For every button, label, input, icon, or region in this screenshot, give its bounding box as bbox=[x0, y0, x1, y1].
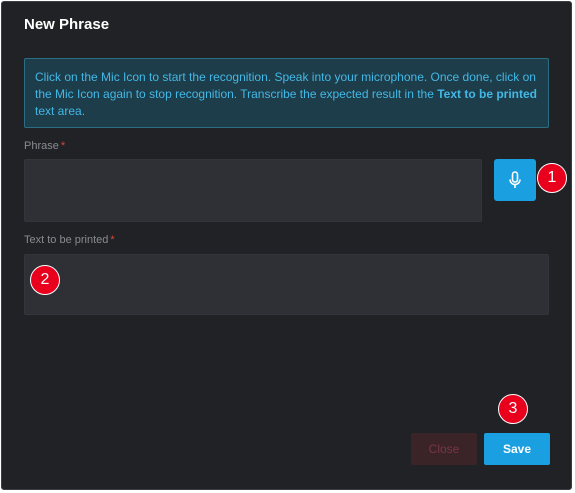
text-to-be-printed-textarea[interactable] bbox=[24, 254, 549, 315]
printed-label: Text to be printed * bbox=[24, 234, 115, 246]
required-marker: * bbox=[60, 140, 66, 152]
required-marker: * bbox=[110, 234, 115, 246]
printed-label-text: Text to be printed bbox=[24, 234, 109, 246]
annotation-badge-3: 3 bbox=[498, 394, 528, 424]
microphone-icon bbox=[509, 171, 521, 188]
save-button[interactable]: Save bbox=[484, 433, 550, 465]
phrase-label-text: Phrase bbox=[24, 140, 59, 152]
annotation-badge-2: 2 bbox=[30, 265, 60, 295]
close-button[interactable]: Close bbox=[411, 433, 477, 465]
phrase-input[interactable] bbox=[24, 159, 482, 222]
dialog-title: New Phrase bbox=[24, 16, 110, 33]
annotation-badge-1: 1 bbox=[537, 163, 567, 193]
info-text-end: text area. bbox=[35, 104, 86, 118]
info-emphasis: Text to be printed bbox=[437, 87, 538, 101]
info-banner: Click on the Mic Icon to start the recog… bbox=[24, 58, 549, 128]
phrase-label: Phrase * bbox=[24, 140, 65, 152]
new-phrase-dialog: New Phrase Click on the Mic Icon to star… bbox=[1, 1, 572, 490]
mic-button[interactable] bbox=[494, 159, 536, 201]
